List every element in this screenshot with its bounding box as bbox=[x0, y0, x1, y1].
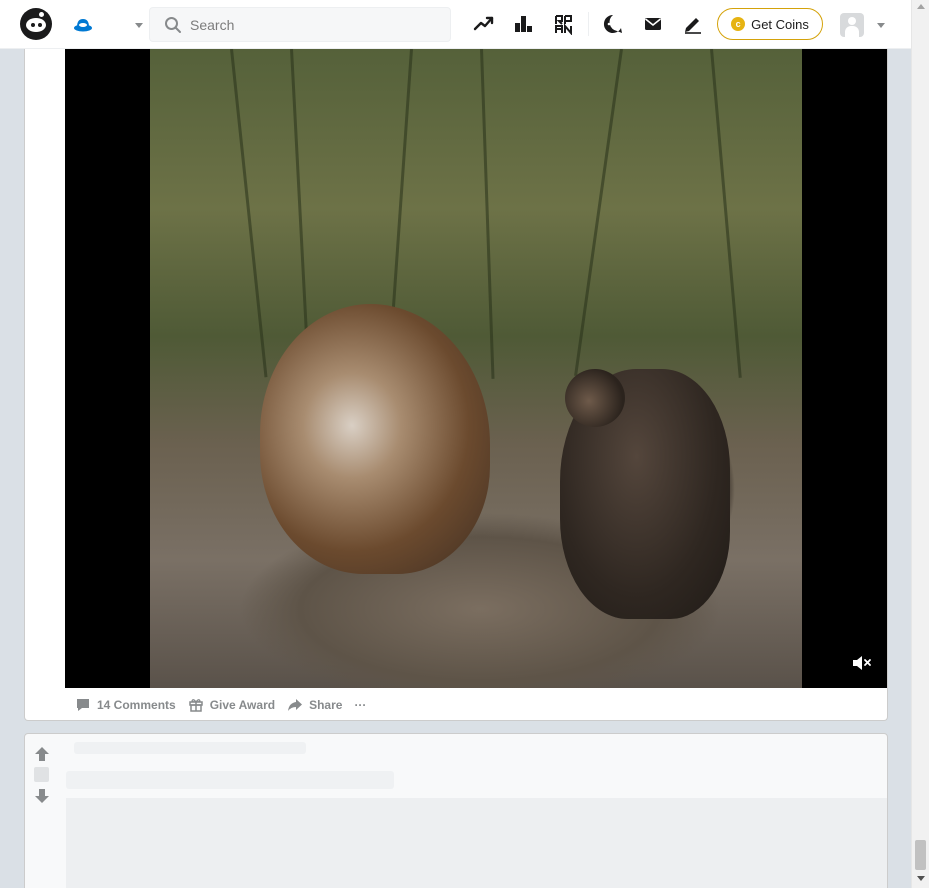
scroll-thumb[interactable] bbox=[915, 840, 926, 870]
more-options-button[interactable]: ··· bbox=[352, 696, 368, 714]
header-divider bbox=[588, 12, 589, 36]
all-icon[interactable] bbox=[513, 13, 535, 35]
logo-antenna bbox=[39, 12, 44, 17]
home-feed-icon[interactable] bbox=[72, 14, 94, 36]
comments-button[interactable]: 14 Comments bbox=[73, 695, 178, 715]
search-icon bbox=[165, 17, 181, 33]
popular-icon[interactable] bbox=[473, 13, 495, 35]
gift-icon bbox=[188, 699, 203, 712]
skeleton-title-line bbox=[66, 771, 394, 789]
page-scrollbar[interactable] bbox=[911, 0, 929, 888]
scroll-down-arrow-icon[interactable] bbox=[917, 876, 925, 881]
mute-icon[interactable] bbox=[852, 654, 872, 672]
scroll-up-arrow-icon[interactable] bbox=[917, 4, 925, 9]
bamboo-stalk bbox=[574, 49, 623, 376]
post-card[interactable]: 14 Comments Give Award Share ··· bbox=[24, 49, 888, 721]
skeleton-meta-line bbox=[74, 742, 306, 754]
search-bar[interactable] bbox=[149, 7, 451, 42]
skeleton-media bbox=[66, 798, 887, 888]
user-menu-chevron-icon[interactable] bbox=[874, 18, 888, 32]
loading-post-card bbox=[24, 733, 888, 888]
share-label: Share bbox=[309, 698, 343, 712]
bamboo-stalk bbox=[230, 49, 268, 378]
more-options-icon: ··· bbox=[354, 698, 367, 712]
give-award-label: Give Award bbox=[209, 698, 276, 712]
create-post-icon[interactable] bbox=[682, 13, 704, 35]
chevron-down-icon[interactable] bbox=[132, 18, 146, 32]
search-input[interactable] bbox=[190, 8, 440, 41]
top-nav-bar: c Get Coins bbox=[0, 0, 911, 49]
video-frame bbox=[150, 49, 802, 688]
logo-eye-right bbox=[38, 23, 42, 27]
downvote-arrow-icon[interactable] bbox=[34, 788, 50, 804]
reddit-logo[interactable] bbox=[20, 8, 52, 40]
get-coins-label: Get Coins bbox=[751, 16, 809, 32]
video-player[interactable] bbox=[65, 49, 887, 688]
avatar-body bbox=[845, 26, 859, 37]
monkey-small-head bbox=[565, 369, 625, 427]
chat-icon[interactable] bbox=[602, 13, 624, 35]
give-award-button[interactable]: Give Award bbox=[186, 695, 277, 715]
share-button[interactable]: Share bbox=[285, 695, 344, 715]
logo-face bbox=[26, 18, 46, 32]
comments-label: 14 Comments bbox=[97, 698, 176, 712]
coin-icon: c bbox=[731, 17, 746, 31]
get-coins-button[interactable]: c Get Coins bbox=[717, 8, 823, 40]
logo-eye-left bbox=[31, 23, 35, 27]
messages-icon[interactable] bbox=[642, 13, 664, 35]
bamboo-stalk bbox=[710, 49, 742, 378]
rpan-icon[interactable] bbox=[553, 13, 575, 35]
vote-count-placeholder bbox=[34, 767, 49, 782]
avatar-head bbox=[848, 17, 856, 25]
share-icon bbox=[288, 699, 303, 711]
bamboo-stalk bbox=[480, 49, 495, 379]
monkey-large bbox=[260, 304, 490, 574]
upvote-arrow-icon[interactable] bbox=[34, 746, 50, 762]
post-actions-bar: 14 Comments Give Award Share ··· bbox=[73, 694, 368, 716]
avatar[interactable] bbox=[840, 13, 864, 37]
comment-icon bbox=[77, 699, 89, 711]
